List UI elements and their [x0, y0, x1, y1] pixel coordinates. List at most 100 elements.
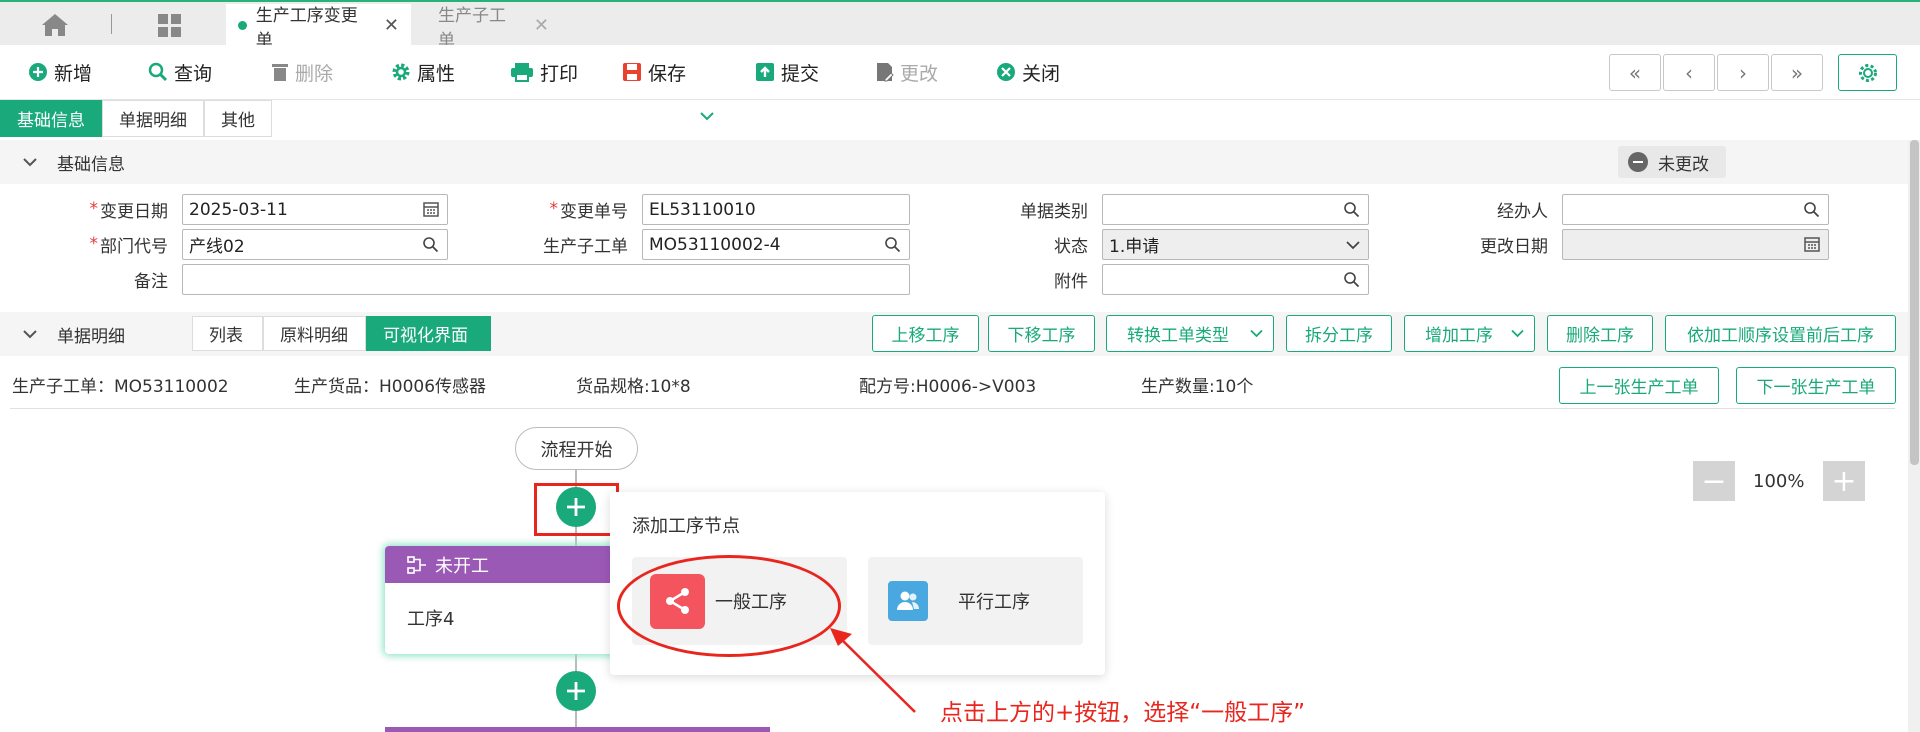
minus-circle-icon: [1628, 152, 1648, 172]
calendar-icon[interactable]: [423, 201, 439, 217]
settings-button[interactable]: [1838, 54, 1897, 91]
print-button[interactable]: 打印: [510, 57, 578, 87]
view-tab-list[interactable]: 列表: [192, 316, 263, 351]
modify-date-field[interactable]: [1562, 229, 1829, 260]
move-down-button[interactable]: 下移工序: [988, 315, 1095, 352]
flow-icon: [407, 555, 426, 574]
view-tab-materials[interactable]: 原料明细: [263, 316, 366, 351]
change-date-field[interactable]: 2025-03-11: [182, 194, 448, 225]
home-icon[interactable]: [40, 12, 70, 38]
dept-label: * 部门代号: [89, 234, 169, 257]
node-status: 未开工: [435, 555, 489, 577]
status-badge-label: 未更改: [1658, 154, 1709, 175]
doc-type-field[interactable]: [1102, 194, 1369, 225]
properties-button[interactable]: 属性: [391, 57, 455, 87]
remark-label: 备注: [134, 271, 168, 292]
prev-record-button[interactable]: ‹: [1663, 54, 1715, 91]
tab-basic-info[interactable]: 基础信息: [0, 100, 102, 137]
tab-other[interactable]: 其他: [204, 100, 272, 137]
set-order-button[interactable]: 依加工顺序设置前后工序: [1665, 315, 1896, 352]
next-record-button[interactable]: ›: [1717, 54, 1769, 91]
split-process-button[interactable]: 拆分工序: [1286, 315, 1392, 352]
search-icon: [148, 62, 168, 82]
chevron-down-icon[interactable]: [23, 329, 37, 339]
chevron-down-icon: [1250, 329, 1263, 338]
zoom-out-button[interactable]: −: [1693, 461, 1735, 501]
edit-document-icon: [877, 63, 894, 82]
tab-label: 生产子工单: [438, 5, 506, 51]
toolbar: 新增 查询 删除 属性 打印 保存 提交 更改 关闭 « ‹ › »: [0, 45, 1920, 121]
section-title: 基础信息: [57, 154, 125, 175]
status-select[interactable]: 1.申请: [1102, 229, 1369, 260]
save-button[interactable]: 保存: [622, 57, 686, 87]
next-node-header: [385, 727, 770, 732]
upload-icon: [756, 63, 774, 81]
info-goods: 生产货品：H0006传感器: [294, 377, 487, 397]
sub-order-label: 生产子工单: [543, 236, 628, 257]
save-label: 保存: [648, 62, 687, 85]
close-icon[interactable]: ✕: [384, 15, 399, 36]
view-tab-visual[interactable]: 可视化界面: [366, 316, 491, 351]
zoom-in-button[interactable]: +: [1823, 461, 1865, 501]
next-order-button[interactable]: 下一张生产工单: [1736, 367, 1896, 404]
option-parallel-label: 平行工序: [958, 592, 1030, 613]
annotation-arrow-icon: [830, 628, 916, 713]
prev-order-button[interactable]: 上一张生产工单: [1559, 367, 1719, 404]
convert-type-button[interactable]: 转换工单类型: [1106, 315, 1274, 352]
info-sub-order: 生产子工单：MO53110002: [12, 377, 229, 397]
chevron-down-icon[interactable]: [700, 111, 714, 121]
close-button[interactable]: 关闭: [996, 57, 1060, 87]
search-icon[interactable]: [1803, 201, 1820, 218]
tab-sub-order[interactable]: 生产子工单 ✕: [426, 4, 561, 51]
add-process-button[interactable]: 增加工序: [1404, 315, 1535, 352]
sub-order-field[interactable]: MO53110002-4: [642, 229, 910, 260]
calendar-icon[interactable]: [1804, 236, 1820, 252]
scrollbar-thumb[interactable]: [1910, 140, 1919, 465]
section-title: 单据明细: [57, 326, 125, 347]
handler-field[interactable]: [1562, 194, 1829, 225]
delete-process-button[interactable]: 删除工序: [1547, 315, 1653, 352]
plus-circle-icon: [29, 63, 47, 81]
remark-field[interactable]: [182, 264, 910, 295]
modify-button[interactable]: 更改: [876, 57, 938, 87]
search-icon[interactable]: [1343, 271, 1360, 288]
flow-start-node[interactable]: 流程开始: [515, 427, 638, 470]
delete-button[interactable]: 删除: [271, 57, 333, 87]
tab-bar: 生产工序变更单 ✕ 生产子工单 ✕: [0, 0, 1920, 51]
users-icon: [888, 581, 928, 621]
chevron-down-icon[interactable]: [23, 157, 37, 167]
trash-icon: [272, 64, 288, 81]
tab-label: 生产工序变更单: [255, 5, 358, 51]
tab-doc-details[interactable]: 单据明细: [102, 100, 204, 137]
save-icon: [623, 63, 641, 81]
dept-field[interactable]: 产线02: [182, 229, 448, 260]
search-icon[interactable]: [422, 236, 439, 253]
close-icon[interactable]: ✕: [534, 15, 549, 36]
tab-process-change[interactable]: 生产工序变更单 ✕: [226, 4, 411, 51]
close-label: 关闭: [1022, 62, 1061, 85]
close-circle-icon: [997, 63, 1015, 81]
add-process-label: 增加工序: [1425, 326, 1493, 346]
chevron-down-icon[interactable]: [1346, 240, 1360, 250]
add-node-button-lower[interactable]: [556, 671, 596, 711]
query-button[interactable]: 查询: [148, 57, 212, 87]
print-label: 打印: [540, 62, 579, 85]
process-node[interactable]: 未开工 工序4: [385, 546, 615, 654]
query-label: 查询: [174, 62, 213, 85]
search-icon[interactable]: [1343, 201, 1360, 218]
add-button[interactable]: 新增: [28, 57, 92, 87]
last-record-button[interactable]: »: [1771, 54, 1823, 91]
divider: [10, 408, 1895, 409]
plus-icon: [567, 682, 585, 700]
status-badge: 未更改: [1618, 146, 1726, 178]
attach-field[interactable]: [1102, 264, 1369, 295]
grid-icon[interactable]: [157, 13, 182, 38]
submit-button[interactable]: 提交: [755, 57, 819, 87]
move-up-button[interactable]: 上移工序: [872, 315, 979, 352]
info-spec: 货品规格:10*8: [576, 377, 691, 397]
status-label: 状态: [1054, 236, 1088, 257]
change-no-field[interactable]: EL53110010: [642, 194, 910, 225]
search-icon[interactable]: [884, 236, 901, 253]
handler-label: 经办人: [1497, 201, 1548, 222]
first-record-button[interactable]: «: [1609, 54, 1661, 91]
